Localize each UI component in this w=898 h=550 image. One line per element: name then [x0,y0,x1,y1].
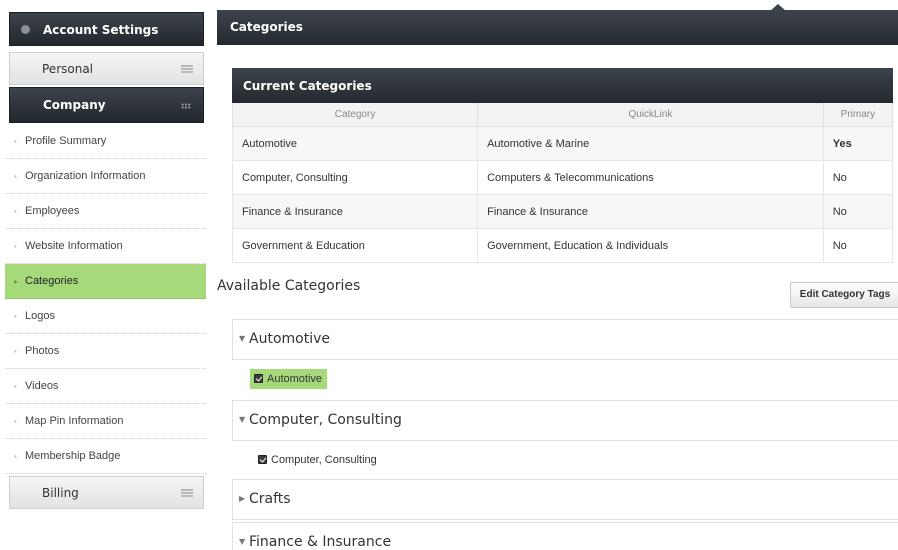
chevron-right-icon: ▸ [14,277,19,286]
sidebar-item-label: Profile Summary [25,135,107,147]
sidebar-item-label: Organization Information [25,170,146,182]
bullet-icon: • [14,417,17,426]
group-title: Automotive [249,331,330,347]
checkbox-label: Computer, Consulting [271,454,377,466]
sidebar-item-label: Videos [25,380,59,392]
table-row: Computer, Consulting Computers & Telecom… [231,160,894,195]
group-header-computer-consulting[interactable]: ▼ Computer, Consulting [232,400,898,441]
sidebar-item-map-pin-information[interactable]: • Map Pin Information [5,404,206,439]
cell-primary: No [822,194,894,229]
sidebar-item-label: Employees [25,205,80,217]
sidebar-item-label: Logos [25,310,55,322]
table-row: Finance & Insurance Finance & Insurance … [231,194,894,229]
cell-quicklink: Finance & Insurance [477,194,824,229]
bullet-icon: • [14,382,17,391]
sidebar-item-employees[interactable]: • Employees [5,194,206,229]
bullet-icon: • [14,312,17,321]
cell-category: Computer, Consulting [231,160,479,195]
caret-down-icon: ▼ [239,415,246,424]
caret-down-icon: ▼ [239,537,246,546]
bullet-icon: • [14,242,17,251]
personal-label: Personal [42,62,94,76]
page-title: Categories [230,20,303,34]
grid-icon [181,103,191,109]
category-checkbox-automotive[interactable]: Automotive [250,369,328,389]
bullet-icon: • [14,452,17,461]
sidebar-item-photos[interactable]: • Photos [5,334,206,369]
company-nav: • Profile Summary • Organization Informati… [5,124,206,474]
account-settings-label: Account Settings [43,23,159,37]
cell-category: Government & Education [231,228,479,263]
edit-category-tags-button[interactable]: Edit Category Tags [790,282,898,308]
cell-quicklink: Computers & Telecommunications [477,160,824,195]
company-section[interactable]: Company [9,87,204,123]
caret-right-icon: ▶ [239,494,246,503]
column-header-category: Category [231,103,479,127]
current-categories-title: Current Categories [243,79,372,93]
group-title: Crafts [249,491,291,507]
personal-section[interactable]: Personal [9,52,204,85]
caret-down-icon: ▼ [239,334,246,343]
current-categories-panel: Current Categories Category QuickLink Pr… [231,68,894,263]
checkbox-checked-icon[interactable] [254,373,263,383]
group-title: Computer, Consulting [249,412,402,428]
menu-icon [181,65,193,73]
bullet-icon: • [14,172,17,181]
group-header-finance-insurance[interactable]: ▼ Finance & Insurance [232,522,898,550]
group-header-automotive[interactable]: ▼ Automotive [232,319,898,360]
available-categories-title: Available Categories [217,278,361,294]
table-header-row: Category QuickLink Primary [231,103,894,127]
sidebar-item-videos[interactable]: • Videos [5,369,206,404]
table-row: Automotive Automotive & Marine Yes [231,126,894,161]
table-row: Government & Education Government, Educa… [231,228,894,263]
sidebar-item-label: Membership Badge [25,450,121,462]
cell-primary: No [822,160,894,195]
settings-dot-icon [21,25,30,34]
bullet-icon: • [14,347,17,356]
bullet-icon: • [14,137,17,146]
column-header-quicklink: QuickLink [477,103,824,127]
billing-section[interactable]: Billing [9,476,204,509]
sidebar-item-profile-summary[interactable]: • Profile Summary [5,124,206,159]
group-header-crafts[interactable]: ▶ Crafts [232,479,898,520]
checkbox-checked-icon[interactable] [258,454,267,464]
company-label: Company [43,98,106,112]
bullet-icon: • [14,207,17,216]
page-header: Categories [217,10,898,45]
checkbox-label: Automotive [267,373,323,385]
sidebar-item-categories[interactable]: ▸ Categories [5,264,206,299]
cell-primary: Yes [822,126,894,161]
sidebar-item-label: Categories [25,275,79,287]
cell-category: Finance & Insurance [231,194,479,229]
column-header-primary: Primary [822,103,894,127]
current-categories-table: Category QuickLink Primary Automotive Au… [231,103,894,263]
cell-category: Automotive [231,126,479,161]
sidebar-item-membership-badge[interactable]: • Membership Badge [5,439,206,474]
category-checkbox-computer-consulting[interactable]: Computer, Consulting [258,450,377,470]
billing-label: Billing [42,486,79,500]
account-settings-header[interactable]: Account Settings [9,12,204,46]
sidebar-item-organization-information[interactable]: • Organization Information [5,159,206,194]
sidebar-item-website-information[interactable]: • Website Information [5,229,206,264]
group-title: Finance & Insurance [249,534,392,550]
cell-primary: No [822,228,894,263]
sidebar-item-label: Photos [25,345,60,357]
cell-quicklink: Government, Education & Individuals [477,228,824,263]
sidebar-item-label: Map Pin Information [25,415,124,427]
sidebar-item-logos[interactable]: • Logos [5,299,206,334]
current-categories-header: Current Categories [232,68,893,103]
cell-quicklink: Automotive & Marine [477,126,824,161]
sidebar-item-label: Website Information [25,240,123,252]
menu-icon [181,489,193,497]
